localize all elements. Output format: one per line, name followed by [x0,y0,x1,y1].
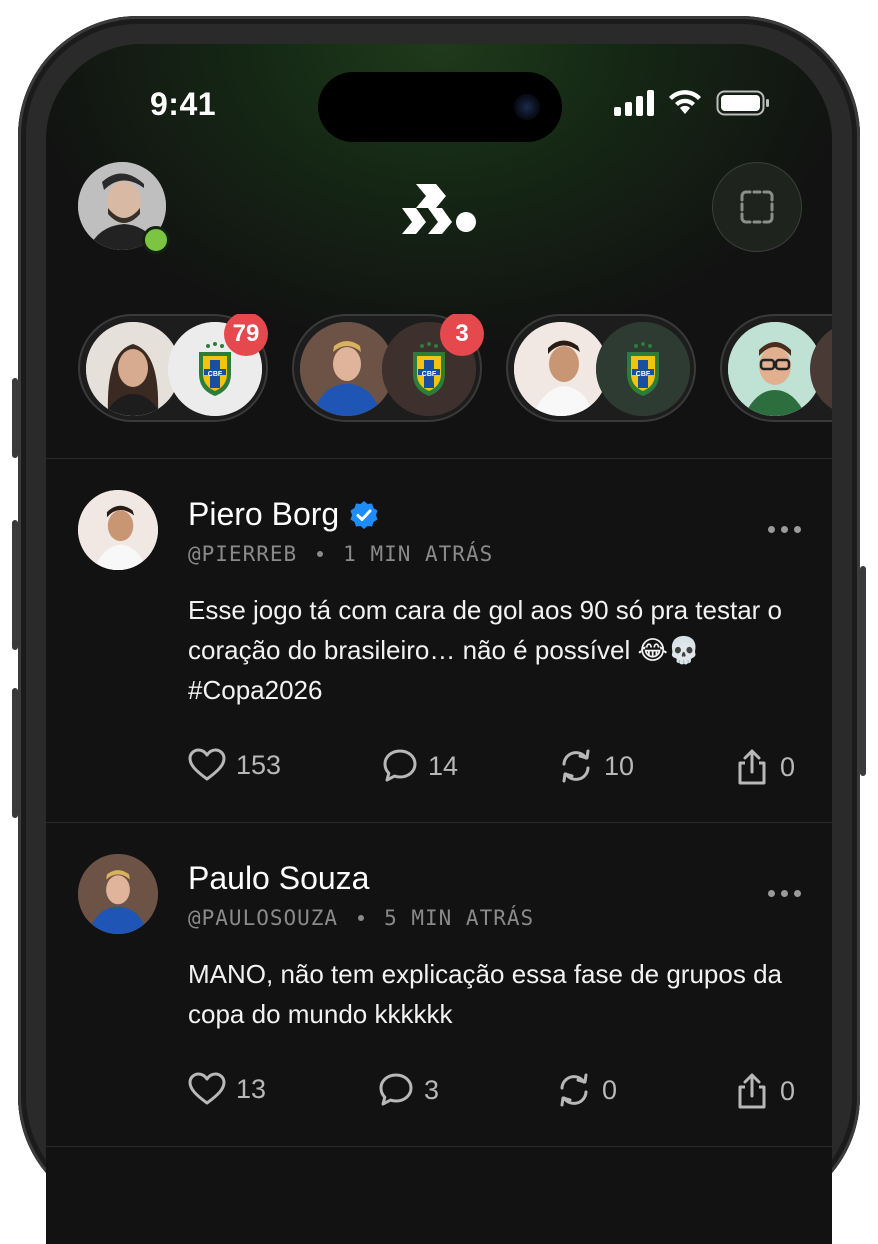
more-options-button[interactable] [768,526,801,533]
comment-icon [379,1073,413,1106]
battery-icon [716,90,769,116]
post-divider [46,1146,832,1147]
app-screen: 9:41 CBF 79 CBF 3 CBF Piero Borg @PIERRE… [46,44,832,1244]
more-dot-icon [794,890,801,897]
more-dot-icon [768,526,775,533]
post-author-name[interactable]: Paulo Souza [188,860,369,897]
post-actions: 153 14 10 0 [188,748,800,792]
share-count: 0 [780,1075,796,1106]
story-user-avatar [86,322,180,416]
status-icons [614,90,770,116]
post-timestamp: 5 MIN ATRÁS [384,906,535,930]
feed-post[interactable]: Paulo Souza @PAULOSOUZA 5 MIN ATRÁS MANO… [46,822,832,1146]
comment-button[interactable]: 14 [382,748,458,784]
repost-button[interactable]: 10 [558,748,634,784]
separator-dot [317,551,324,557]
share-icon [738,749,766,785]
post-author-name-row[interactable]: Paulo Souza [188,860,369,897]
comment-count: 14 [428,750,459,781]
more-dot-icon [781,890,788,897]
more-options-button[interactable] [768,890,801,897]
post-actions: 13 3 0 0 [188,1072,800,1116]
dynamic-island [318,72,562,142]
story-item[interactable]: CBF 79 [78,314,268,422]
post-author-name[interactable]: Piero Borg [188,496,339,533]
story-unread-badge: 79 [224,314,268,356]
repost-count: 10 [604,750,635,781]
signal-icon [614,90,654,116]
like-count: 153 [236,749,282,780]
side-button [12,688,18,818]
like-button[interactable]: 13 [188,1072,266,1106]
online-status-dot [142,226,170,254]
story-item[interactable] [720,314,832,422]
stories-row[interactable]: CBF 79 CBF 3 CBF [78,314,832,426]
verified-badge-icon [350,500,378,529]
svg-text:CBF: CBF [636,371,651,378]
story-item[interactable]: CBF 3 [292,314,484,422]
post-author-handle[interactable]: @PIERREB [188,542,297,566]
status-time: 9:41 [150,86,217,122]
team-crest-icon [810,322,832,416]
post-author-name-row[interactable]: Piero Borg [188,496,379,533]
post-author-handle[interactable]: @PAULOSOUZA [188,906,338,930]
repost-button[interactable]: 0 [556,1072,617,1108]
post-author-avatar[interactable] [78,854,158,934]
repost-count: 0 [602,1074,618,1105]
story-user-avatar [300,322,394,416]
side-button [860,566,866,776]
svg-text:CBF: CBF [208,371,223,378]
heart-icon [188,748,226,781]
repost-icon [560,1073,588,1107]
share-icon [738,1073,766,1109]
story-item[interactable]: CBF [506,314,696,422]
post-meta: @PAULOSOUZA 5 MIN ATRÁS [188,906,534,930]
comment-icon [383,749,417,782]
team-crest-icon: CBF [596,322,690,416]
heart-icon [188,1072,226,1105]
wifi-icon [669,90,701,114]
scan-button[interactable] [712,162,802,252]
app-logo-icon [402,184,476,234]
more-dot-icon [794,526,801,533]
post-meta: @PIERREB 1 MIN ATRÁS [188,542,493,566]
post-timestamp: 1 MIN ATRÁS [343,542,494,566]
more-dot-icon [768,890,775,897]
story-user-avatar [728,322,822,416]
feed-post[interactable]: Piero Borg @PIERREB 1 MIN ATRÁS Esse jog… [46,458,832,822]
more-dot-icon [781,526,788,533]
like-button[interactable]: 153 [188,748,281,782]
svg-text:CBF: CBF [422,371,437,378]
post-text: Esse jogo tá com cara de gol aos 90 só p… [188,595,783,705]
scan-frame-icon [740,190,774,224]
like-count: 13 [236,1073,267,1104]
story-user-avatar [514,322,608,416]
side-button [12,378,18,458]
comment-count: 3 [424,1074,440,1105]
camera-icon [514,94,540,120]
side-button [12,520,18,650]
share-button[interactable]: 0 [734,748,795,786]
post-text: MANO, não tem explicação essa fase de gr… [188,959,782,1029]
story-unread-badge: 3 [440,314,484,356]
share-count: 0 [780,751,796,782]
post-author-avatar[interactable] [78,490,158,570]
repost-icon [562,749,590,783]
separator-dot [358,915,365,921]
comment-button[interactable]: 3 [378,1072,439,1108]
share-button[interactable]: 0 [734,1072,795,1110]
